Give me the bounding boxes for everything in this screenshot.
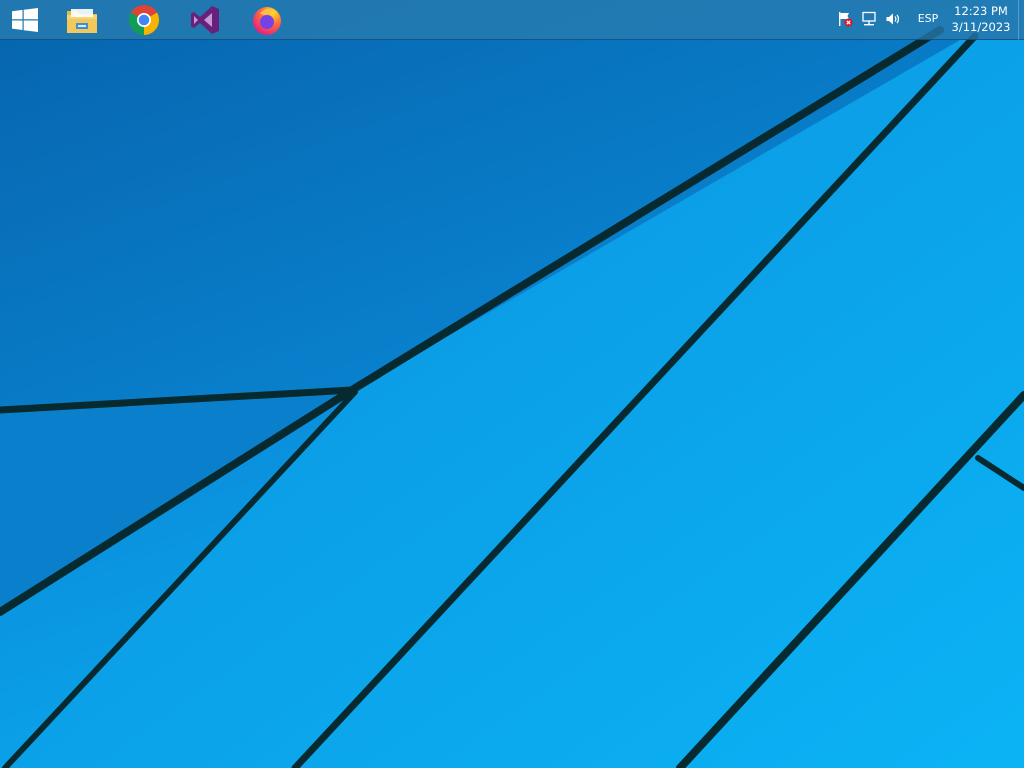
taskbar-file-explorer[interactable] <box>54 0 110 40</box>
visual-studio-icon <box>191 6 219 34</box>
taskbar-chrome[interactable] <box>116 0 172 40</box>
windows-logo-icon <box>12 8 38 32</box>
network-icon[interactable] <box>860 10 878 28</box>
clock-time: 12:23 PM <box>954 4 1008 18</box>
show-desktop-button[interactable] <box>1018 0 1024 40</box>
input-language-indicator[interactable]: ESP <box>912 0 944 40</box>
file-explorer-icon <box>67 9 97 33</box>
clock-date: 3/11/2023 <box>951 20 1011 34</box>
action-center-flag-icon[interactable] <box>836 10 854 28</box>
taskbar: ESP 12:23 PM 3/11/2023 <box>0 0 1024 40</box>
chrome-icon <box>128 4 160 36</box>
desktop[interactable]: ESP 12:23 PM 3/11/2023 <box>0 0 1024 768</box>
taskbar-clock[interactable]: 12:23 PM 3/11/2023 <box>946 0 1016 40</box>
taskbar-firefox[interactable] <box>239 0 295 40</box>
volume-icon[interactable] <box>884 10 902 28</box>
firefox-icon <box>253 7 281 35</box>
start-button[interactable] <box>0 0 50 40</box>
desktop-wallpaper <box>0 26 1024 768</box>
taskbar-visual-studio[interactable] <box>177 0 233 40</box>
